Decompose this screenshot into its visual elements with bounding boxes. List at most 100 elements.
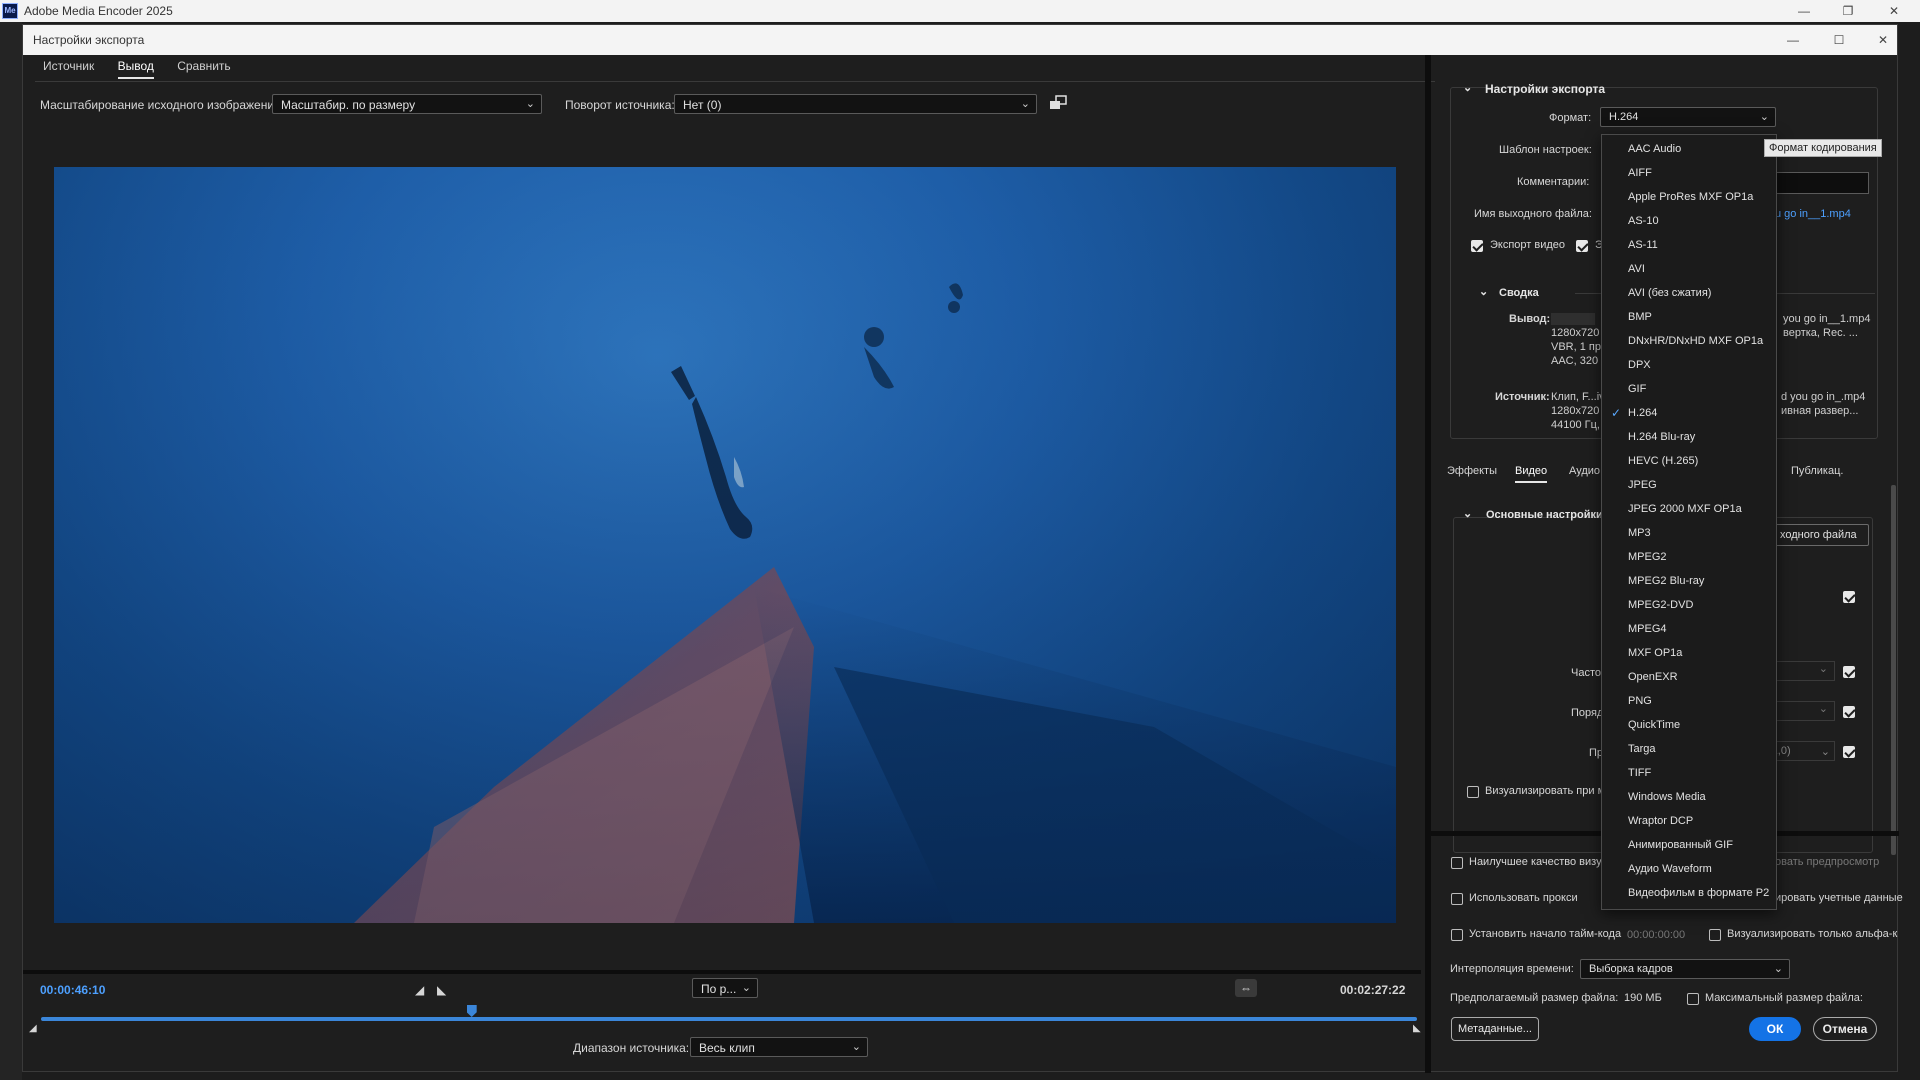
playhead-handle[interactable]: [466, 1005, 477, 1017]
render-max-depth-label: Визуализировать при м: [1485, 785, 1606, 797]
metadata-button[interactable]: Метаданные...: [1451, 1017, 1539, 1041]
summary-source-line-1: Клип, F...iv: [1551, 391, 1605, 403]
time-interp-value: Выборка кадров: [1589, 963, 1673, 975]
source-range-dropdown[interactable]: Весь клип ⌄: [690, 1037, 868, 1057]
format-option[interactable]: QuickTime: [1602, 713, 1776, 737]
max-size-checkbox[interactable]: [1687, 993, 1699, 1005]
tab-output[interactable]: Вывод: [117, 59, 154, 79]
in-point-marker[interactable]: ◢: [29, 1023, 37, 1034]
format-option[interactable]: Видеофильм в формате P2: [1602, 881, 1776, 905]
dialog-minimize-icon[interactable]: —: [1783, 31, 1803, 49]
current-timecode[interactable]: 00:00:46:10: [40, 983, 105, 997]
format-option[interactable]: MP3: [1602, 521, 1776, 545]
format-dropdown-list[interactable]: AAC Audio AIFF Apple ProRes MXF OP1a AS-10 A…: [1601, 134, 1777, 910]
format-option[interactable]: Windows Media: [1602, 785, 1776, 809]
set-timecode-checkbox[interactable]: [1451, 929, 1463, 941]
format-option[interactable]: ✓ H.264: [1602, 401, 1776, 425]
render-alpha-label: Визуализировать только альфа-к: [1727, 928, 1898, 940]
tab-source[interactable]: Источник: [43, 59, 94, 77]
timeline-track[interactable]: [41, 1017, 1417, 1021]
format-option[interactable]: DPX: [1602, 353, 1776, 377]
format-option[interactable]: AIFF: [1602, 161, 1776, 185]
format-option[interactable]: DNxHR/DNxHD MXF OP1a: [1602, 329, 1776, 353]
comments-input[interactable]: [1773, 172, 1869, 194]
format-option[interactable]: H.264 Blu-ray: [1602, 425, 1776, 449]
best-quality-checkbox[interactable]: [1451, 857, 1463, 869]
tab-compare[interactable]: Сравнить: [177, 59, 230, 77]
basic-settings-chevron-icon[interactable]: ⌄: [1463, 507, 1472, 520]
format-option[interactable]: AS-11: [1602, 233, 1776, 257]
set-in-point-icon[interactable]: ◢: [415, 983, 424, 997]
time-interp-dropdown[interactable]: Выборка кадров ⌄: [1580, 959, 1790, 979]
format-option[interactable]: AVI: [1602, 257, 1776, 281]
format-option[interactable]: BMP: [1602, 305, 1776, 329]
summary-chevron-icon[interactable]: ⌄: [1479, 285, 1488, 298]
format-option[interactable]: MPEG4: [1602, 617, 1776, 641]
tab-effects[interactable]: Эффекты: [1447, 465, 1497, 477]
fit-zoom-dropdown[interactable]: По р... ⌄: [692, 978, 758, 998]
format-option[interactable]: JPEG: [1602, 473, 1776, 497]
timecode-input[interactable]: 00:00:00:00: [1627, 929, 1685, 941]
export-audio-checkbox[interactable]: [1576, 240, 1588, 252]
summary-output-right-1: you go in__1.mp4: [1783, 313, 1871, 325]
format-option[interactable]: GIF: [1602, 377, 1776, 401]
format-option[interactable]: MPEG2 Blu-ray: [1602, 569, 1776, 593]
aspect-ratio-icon[interactable]: ⇔: [1235, 979, 1257, 997]
format-option[interactable]: MPEG2: [1602, 545, 1776, 569]
dialog-title: Настройки экспорта: [33, 33, 145, 47]
chevron-down-icon: ⌄: [1773, 963, 1783, 975]
format-option[interactable]: Targa: [1602, 737, 1776, 761]
set-out-point-icon[interactable]: ◣: [437, 983, 446, 997]
dialog-close-icon[interactable]: ✕: [1873, 31, 1893, 49]
minimize-icon[interactable]: —: [1794, 2, 1814, 20]
format-option[interactable]: MPEG2-DVD: [1602, 593, 1776, 617]
ok-button[interactable]: ОК: [1749, 1017, 1801, 1041]
video-checkbox-3[interactable]: [1843, 706, 1855, 718]
source-range-label: Диапазон источника:: [573, 1041, 690, 1055]
video-checkbox-2[interactable]: [1843, 666, 1855, 678]
tab-video[interactable]: Видео: [1515, 465, 1548, 483]
format-option[interactable]: AAC Audio: [1602, 137, 1776, 161]
format-option[interactable]: JPEG 2000 MXF OP1a: [1602, 497, 1776, 521]
panel-splitter[interactable]: [1425, 55, 1431, 1073]
cancel-button[interactable]: Отмена: [1813, 1017, 1877, 1041]
video-preview: [54, 167, 1396, 923]
out-point-marker[interactable]: ◣: [1413, 1023, 1421, 1034]
export-video-label: Экспорт видео: [1490, 239, 1566, 251]
format-option[interactable]: AVI (без сжатия): [1602, 281, 1776, 305]
render-alpha-checkbox[interactable]: [1709, 929, 1721, 941]
tab-publish[interactable]: Публикац.: [1791, 465, 1843, 477]
format-option[interactable]: AS-10: [1602, 209, 1776, 233]
source-rotation-dropdown[interactable]: Нет (0) ⌄: [674, 94, 1037, 114]
format-option[interactable]: MXF OP1a: [1602, 641, 1776, 665]
settings-scrollbar[interactable]: [1891, 485, 1896, 855]
format-option[interactable]: Apple ProRes MXF OP1a: [1602, 185, 1776, 209]
dialog-maximize-icon[interactable]: ☐: [1829, 31, 1849, 49]
format-option[interactable]: TIFF: [1602, 761, 1776, 785]
format-option[interactable]: OpenEXR: [1602, 665, 1776, 689]
summary-header: Сводка: [1499, 287, 1539, 299]
match-source-button[interactable]: ходного файла: [1773, 524, 1869, 546]
close-icon[interactable]: ✕: [1884, 2, 1904, 20]
video-checkbox-1[interactable]: [1843, 591, 1855, 603]
est-size-label: Предполагаемый размер файла:: [1450, 992, 1619, 1004]
source-scaling-dropdown[interactable]: Масштабир. по размеру ⌄: [272, 94, 542, 114]
format-dropdown[interactable]: H.264 ⌄: [1600, 107, 1776, 127]
restore-icon[interactable]: ❐: [1838, 2, 1858, 20]
format-option[interactable]: Аудио Waveform: [1602, 857, 1776, 881]
render-max-depth-checkbox[interactable]: [1467, 786, 1479, 798]
crop-icon[interactable]: [1049, 95, 1067, 111]
format-option[interactable]: Анимированный GIF: [1602, 833, 1776, 857]
output-name-link[interactable]: u go in__1.mp4: [1775, 208, 1851, 220]
collapse-chevron-icon[interactable]: ⌄: [1463, 81, 1472, 94]
time-interp-label: Интерполяция времени:: [1450, 963, 1574, 975]
export-video-checkbox[interactable]: [1471, 240, 1483, 252]
use-proxy-checkbox[interactable]: [1451, 893, 1463, 905]
tab-audio[interactable]: Аудио: [1569, 465, 1600, 477]
format-option[interactable]: Wraptor DCP: [1602, 809, 1776, 833]
format-option[interactable]: PNG: [1602, 689, 1776, 713]
est-size-value: 190 МБ: [1624, 992, 1662, 1004]
format-option[interactable]: HEVC (H.265): [1602, 449, 1776, 473]
use-proxy-label: Использовать прокси: [1469, 892, 1578, 904]
video-checkbox-4[interactable]: [1843, 746, 1855, 758]
